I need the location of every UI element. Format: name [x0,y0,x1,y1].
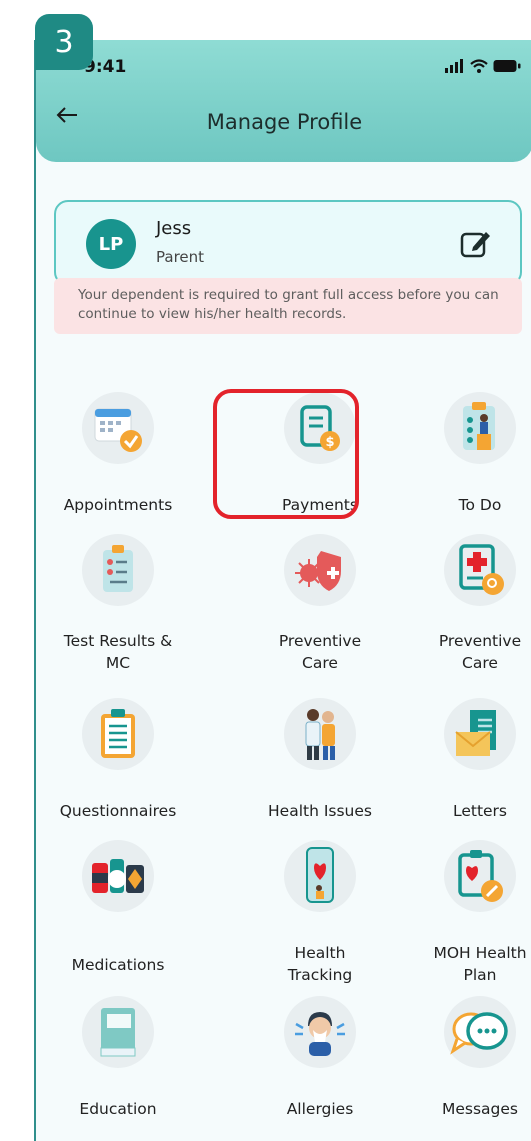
tile-label: Health Tracking [245,942,395,986]
tile-label: Preventive Care [245,630,395,674]
phone-screen: 9:41 Manage Profile LP Jess Parent Your … [34,40,531,1141]
test-results-clipboard-icon [82,534,154,606]
tile-label: To Do [458,496,502,514]
signal-icon [445,59,463,73]
doctor-patient-icon [284,698,356,770]
label-line-1: MOH Health [433,944,527,962]
tile-label: Payments [282,496,358,514]
wifi-icon [470,59,488,73]
medical-document-search-icon [444,534,516,606]
tile-label: Letters [452,802,508,820]
calendar-check-icon [82,392,154,464]
tile-label: Test Results & MC [43,630,193,674]
tile-label: Allergies [286,1100,354,1118]
page-title: Manage Profile [206,110,363,134]
label-line-2: Care [302,654,338,672]
label-line-2: Care [462,654,498,672]
label-line-2: Tracking [287,966,353,984]
tile-label: MOH Health Plan [405,942,531,986]
tile-label: Questionnaires [59,802,177,820]
label-line-1: Preventive [438,632,522,650]
label-line-1: Preventive [278,632,362,650]
label-line-2: Plan [463,966,497,984]
status-icons [445,59,521,73]
tile-label: Education [79,1100,157,1118]
sneezing-person-icon [284,996,356,1068]
phone-tracking-icon [284,840,356,912]
profile-card[interactable]: LP Jess Parent [54,200,522,286]
chat-bubbles-icon [444,996,516,1068]
svg-text:$: $ [325,435,334,450]
bill-dollar-icon: $ [284,392,356,464]
profile-name: Jess [156,218,192,239]
edit-icon[interactable] [460,228,492,258]
health-plan-icon [444,840,516,912]
step-badge: 3 [35,14,93,70]
questionnaire-clipboard-icon [82,698,154,770]
label-line-1: Test Results & [63,632,173,650]
label-line-1: Health [294,944,346,962]
tile-label: Preventive Care [405,630,531,674]
header: 9:41 Manage Profile [36,40,531,162]
battery-icon [493,60,521,72]
tile-label: Appointments [63,496,173,514]
tile-label: Messages [441,1100,518,1118]
profile-role: Parent [156,248,205,266]
tile-label: Medications [71,956,165,974]
book-icon [82,996,154,1068]
tile-label: Health Issues [268,802,372,820]
clipboard-person-icon [444,392,516,464]
envelope-letter-icon [444,698,516,770]
access-notice: Your dependent is required to grant full… [54,278,522,334]
label-line-2: MC [105,654,131,672]
virus-shield-icon [284,534,356,606]
pills-icon [82,840,154,912]
avatar: LP [86,219,136,269]
